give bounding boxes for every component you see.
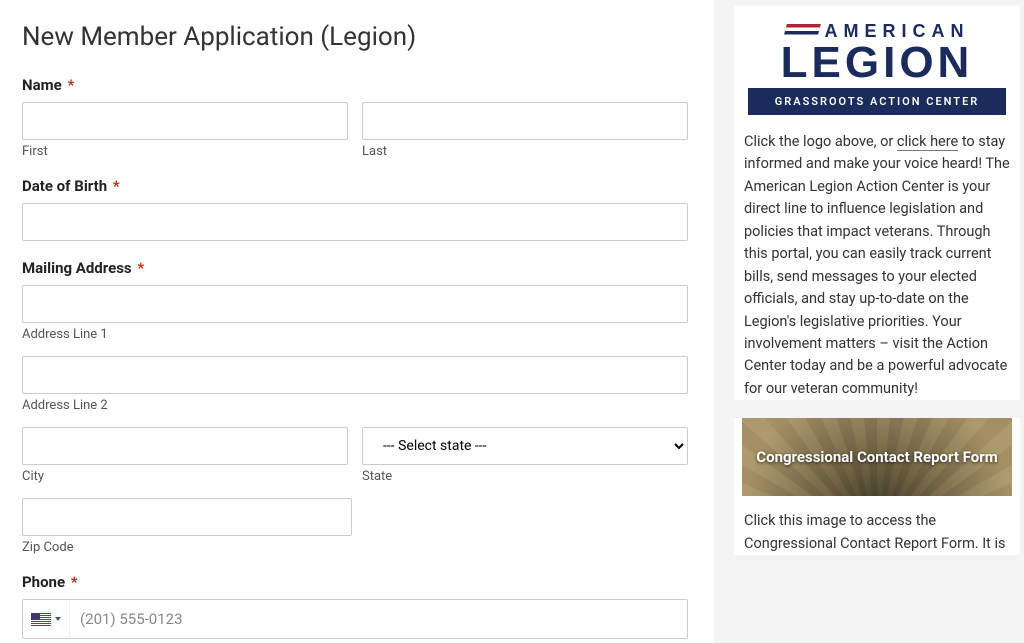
last-name-sublabel: Last — [362, 144, 688, 159]
city-sublabel: City — [22, 469, 348, 484]
zip-input[interactable] — [22, 498, 352, 536]
state-sublabel: State — [362, 469, 688, 484]
sidebar-text-after: to stay informed and make your voice hea… — [744, 133, 1010, 397]
page-title: New Member Application (Legion) — [22, 22, 688, 52]
dob-input[interactable] — [22, 203, 688, 241]
sidebar-contact-text: Click this image to access the Congressi… — [742, 496, 1012, 555]
logo-subtitle-bar: GRASSROOTS ACTION CENTER — [748, 88, 1006, 115]
country-code-selector[interactable] — [23, 600, 70, 638]
city-input[interactable] — [22, 427, 348, 465]
phone-input-wrapper — [22, 599, 688, 639]
dob-label-text: Date of Birth — [22, 177, 107, 195]
click-here-link[interactable]: click here — [897, 133, 958, 151]
required-marker: * — [67, 76, 74, 94]
sidebar-text-before: Click the logo above, or — [744, 133, 897, 150]
field-dob: Date of Birth * — [22, 177, 688, 241]
first-name-input[interactable] — [22, 102, 348, 140]
sidebar-action-center-card: AMERICAN LEGION GRASSROOTS ACTION CENTER… — [734, 6, 1020, 400]
sidebar: AMERICAN LEGION GRASSROOTS ACTION CENTER… — [734, 0, 1024, 643]
logo-main-text: LEGION — [748, 42, 1006, 84]
dob-label: Date of Birth * — [22, 177, 688, 195]
american-legion-logo[interactable]: AMERICAN LEGION GRASSROOTS ACTION CENTER — [742, 18, 1012, 115]
required-marker: * — [71, 573, 78, 591]
field-phone: Phone * — [22, 573, 688, 639]
phone-number-input[interactable] — [70, 600, 687, 638]
name-label: Name * — [22, 76, 688, 94]
last-name-input[interactable] — [362, 102, 688, 140]
address-line2-sublabel: Address Line 2 — [22, 398, 688, 413]
phone-label-text: Phone — [22, 573, 65, 591]
us-flag-icon — [31, 613, 51, 626]
mailing-label: Mailing Address * — [22, 259, 688, 277]
required-marker: * — [113, 177, 120, 195]
chevron-down-icon — [55, 617, 61, 621]
first-name-sublabel: First — [22, 144, 348, 159]
main-form-panel: New Member Application (Legion) Name * F… — [0, 0, 714, 643]
mailing-label-text: Mailing Address — [22, 259, 132, 277]
congressional-banner[interactable]: Congressional Contact Report Form — [742, 418, 1012, 496]
zip-sublabel: Zip Code — [22, 540, 352, 555]
sidebar-contact-card: Congressional Contact Report Form Click … — [734, 418, 1020, 555]
phone-label: Phone * — [22, 573, 688, 591]
address-line1-sublabel: Address Line 1 — [22, 327, 688, 342]
required-marker: * — [137, 259, 144, 277]
field-name: Name * First Last — [22, 76, 688, 159]
state-select[interactable]: --- Select state --- — [362, 427, 688, 465]
name-label-text: Name — [22, 76, 62, 94]
flag-stripes-icon — [783, 24, 821, 38]
field-mailing: Mailing Address * Address Line 1 Address… — [22, 259, 688, 555]
address-line2-input[interactable] — [22, 356, 688, 394]
banner-title: Congressional Contact Report Form — [756, 448, 997, 466]
address-line1-input[interactable] — [22, 285, 688, 323]
sidebar-action-text: Click the logo above, or click here to s… — [742, 115, 1012, 401]
